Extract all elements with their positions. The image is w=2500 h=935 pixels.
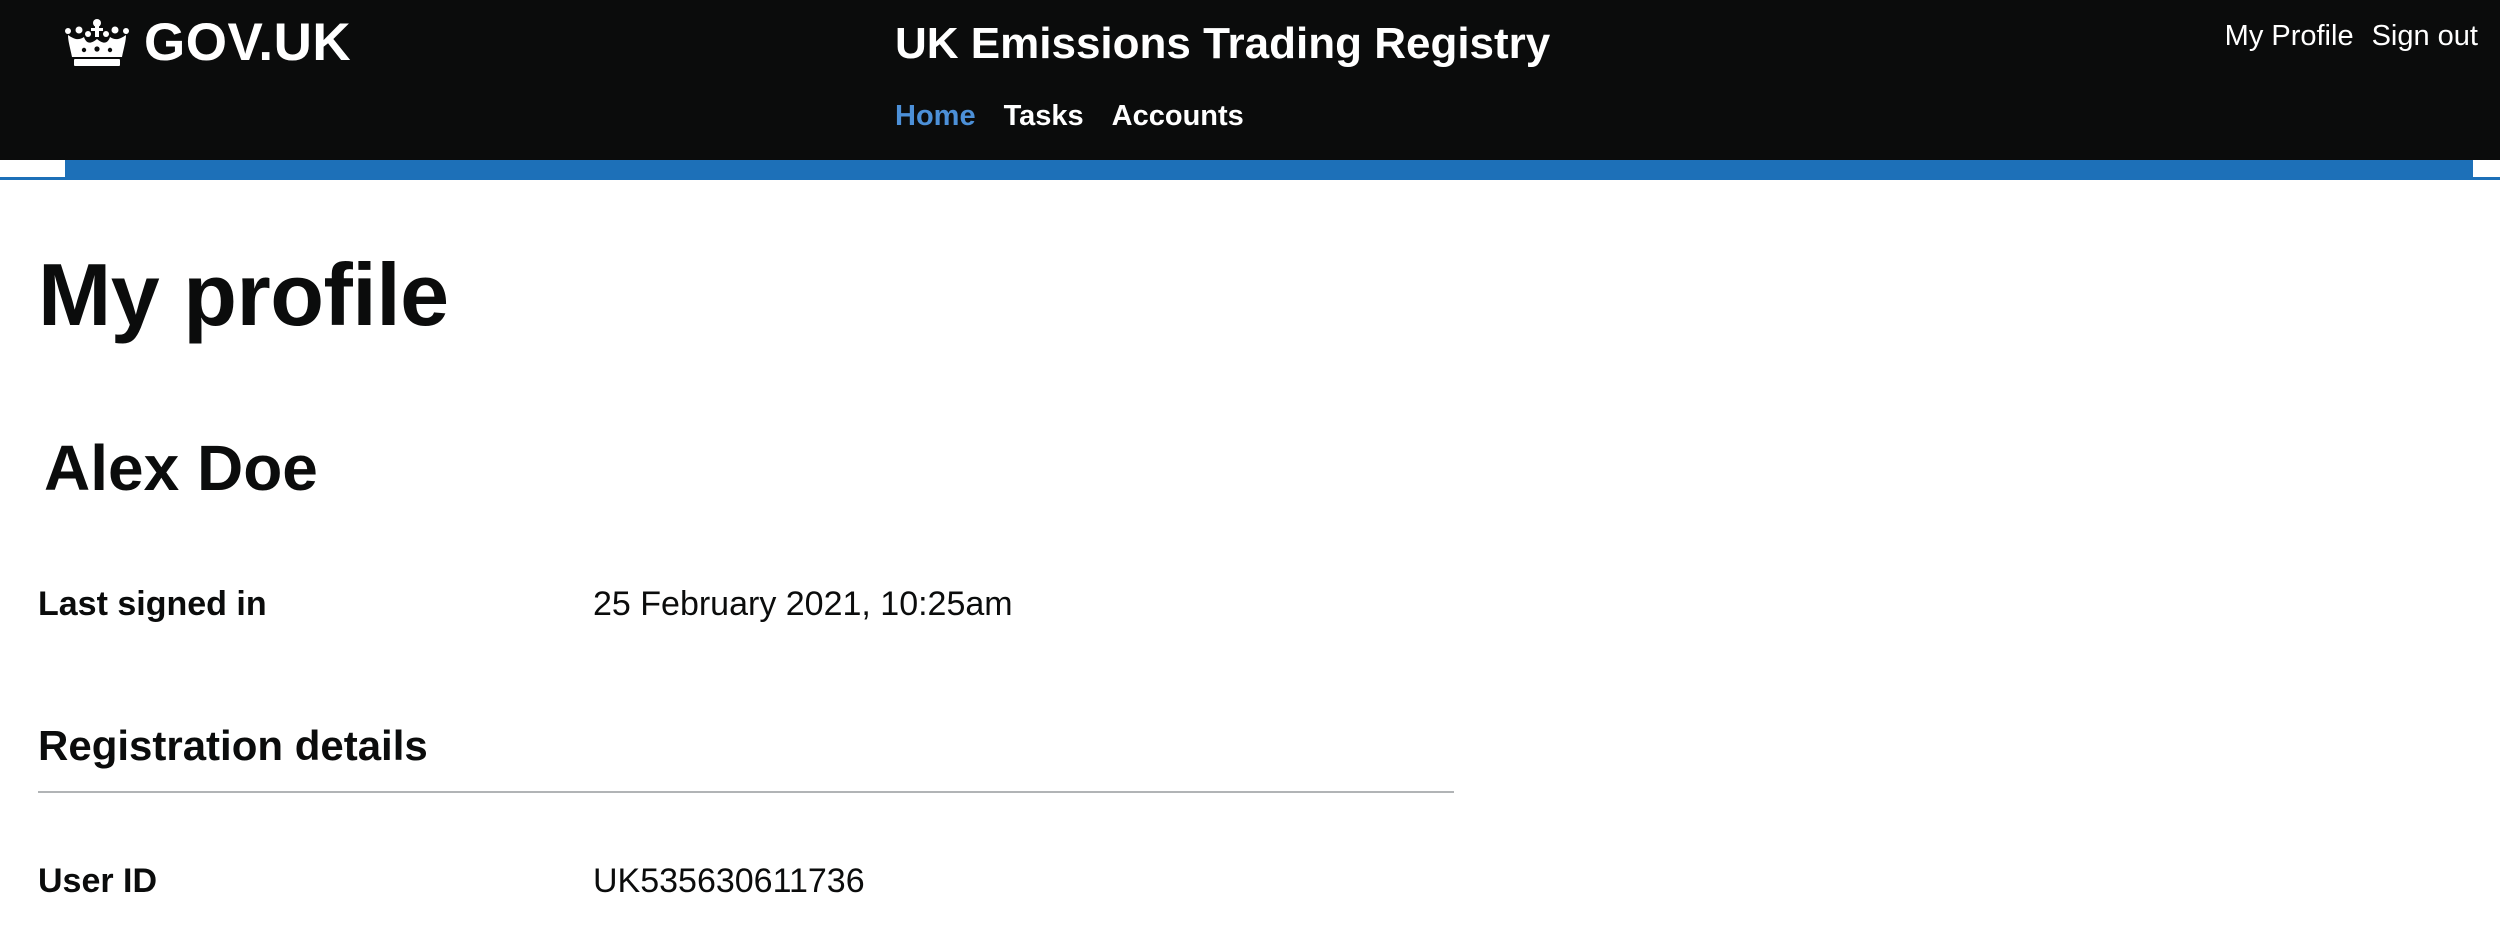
crown-icon xyxy=(65,19,129,66)
user-id-row: User ID UK535630611736 xyxy=(38,857,865,905)
main-navigation: Home Tasks Accounts xyxy=(895,96,1244,136)
page-title: My profile xyxy=(38,245,449,344)
last-signed-in-value: 25 February 2021, 10:25am xyxy=(593,585,1013,623)
sign-out-link[interactable]: Sign out xyxy=(2372,16,2478,56)
my-profile-link[interactable]: My Profile xyxy=(2225,16,2354,56)
logo-text: GOV.UK xyxy=(144,13,352,72)
last-signed-in-row: Last signed in 25 February 2021, 10:25am xyxy=(38,580,1013,628)
nav-accounts[interactable]: Accounts xyxy=(1112,96,1244,136)
govuk-logo-link[interactable]: GOV.UK xyxy=(64,14,351,72)
user-id-label: User ID xyxy=(38,862,158,900)
header-blue-underline xyxy=(0,177,2500,180)
account-links: My Profile Sign out xyxy=(2225,16,2478,56)
site-header: GOV.UK UK Emissions Trading Registry Hom… xyxy=(0,0,2500,160)
nav-tasks[interactable]: Tasks xyxy=(1004,96,1084,136)
nav-home[interactable]: Home xyxy=(895,96,976,136)
section-divider xyxy=(38,791,1454,793)
registration-details-heading: Registration details xyxy=(38,722,428,769)
header-blue-bar xyxy=(65,160,2473,177)
last-signed-in-label: Last signed in xyxy=(38,585,267,623)
user-name: Alex Doe xyxy=(44,432,318,504)
user-id-value: UK535630611736 xyxy=(593,862,865,900)
service-name[interactable]: UK Emissions Trading Registry xyxy=(895,16,1550,72)
